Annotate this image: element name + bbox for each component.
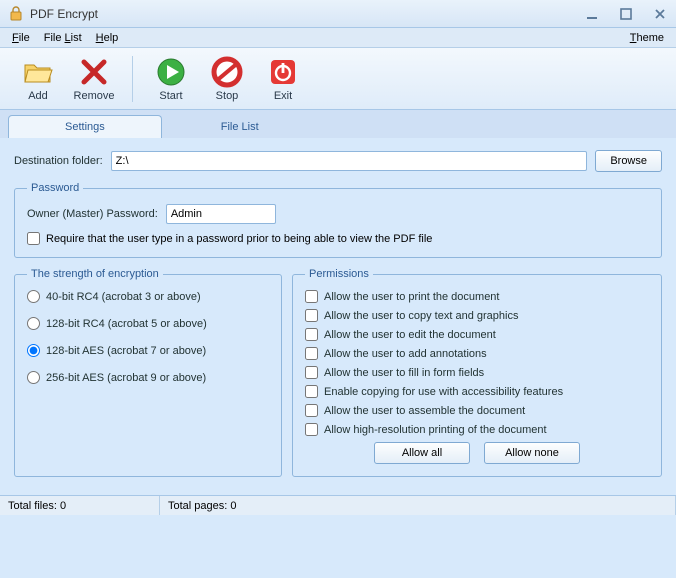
stop-label: Stop	[216, 90, 239, 102]
start-button[interactable]: Start	[147, 56, 195, 102]
stop-button[interactable]: Stop	[203, 56, 251, 102]
permission-option-label: Allow high-resolution printing of the do…	[324, 424, 547, 436]
folder-open-icon	[22, 56, 54, 88]
remove-button[interactable]: Remove	[70, 56, 118, 102]
permission-checkbox-7[interactable]	[305, 423, 318, 436]
tab-strip: Settings File List	[0, 110, 676, 138]
menu-theme[interactable]: Theme	[626, 31, 668, 45]
encryption-option-label: 40-bit RC4 (acrobat 3 or above)	[46, 291, 201, 303]
menu-file-list[interactable]: File List	[40, 31, 86, 45]
permission-checkbox-5[interactable]	[305, 385, 318, 398]
status-bar: Total files: 0 Total pages: 0	[0, 495, 676, 515]
encryption-option-label: 128-bit AES (acrobat 7 or above)	[46, 345, 206, 357]
add-button[interactable]: Add	[14, 56, 62, 102]
permission-checkbox-0[interactable]	[305, 290, 318, 303]
permission-option-label: Allow the user to edit the document	[324, 329, 496, 341]
permission-option-label: Allow the user to assemble the document	[324, 405, 525, 417]
title-bar: PDF Encrypt	[0, 0, 676, 28]
add-label: Add	[28, 90, 48, 102]
delete-x-icon	[78, 56, 110, 88]
menu-file[interactable]: File	[8, 31, 34, 45]
window-title: PDF Encrypt	[30, 7, 584, 21]
tab-file-list[interactable]: File List	[164, 115, 316, 138]
allow-all-button[interactable]: Allow all	[374, 442, 470, 464]
settings-panel: Destination folder: Browse Password Owne…	[0, 138, 676, 495]
exit-label: Exit	[274, 90, 292, 102]
toolbar: Add Remove Start Stop Exit	[0, 48, 676, 110]
power-icon	[267, 56, 299, 88]
permission-checkbox-4[interactable]	[305, 366, 318, 379]
permissions-group: Permissions Allow the user to print the …	[292, 268, 662, 477]
menu-bar: File File List Help Theme	[0, 28, 676, 48]
destination-input[interactable]	[111, 151, 588, 171]
stop-icon	[211, 56, 243, 88]
permission-option-label: Allow the user to print the document	[324, 291, 499, 303]
encryption-radio-1[interactable]	[27, 317, 40, 330]
permission-option-label: Allow the user to fill in form fields	[324, 367, 484, 379]
require-password-checkbox[interactable]	[27, 232, 40, 245]
encryption-radio-2[interactable]	[27, 344, 40, 357]
destination-label: Destination folder:	[14, 155, 103, 167]
permission-option-label: Allow the user to copy text and graphics	[324, 310, 518, 322]
owner-password-input[interactable]	[166, 204, 276, 224]
permission-option-label: Allow the user to add annotations	[324, 348, 487, 360]
encryption-radio-3[interactable]	[27, 371, 40, 384]
permission-checkbox-3[interactable]	[305, 347, 318, 360]
tab-settings[interactable]: Settings	[8, 115, 162, 138]
remove-label: Remove	[74, 90, 115, 102]
minimize-button[interactable]	[584, 6, 600, 22]
permission-checkbox-6[interactable]	[305, 404, 318, 417]
encryption-option-label: 256-bit AES (acrobat 9 or above)	[46, 372, 206, 384]
exit-button[interactable]: Exit	[259, 56, 307, 102]
status-total-pages: Total pages: 0	[160, 496, 676, 515]
encryption-legend: The strength of encryption	[27, 268, 163, 280]
permission-checkbox-2[interactable]	[305, 328, 318, 341]
app-icon	[8, 6, 24, 22]
permissions-legend: Permissions	[305, 268, 373, 280]
close-button[interactable]	[652, 6, 668, 22]
status-total-files: Total files: 0	[0, 496, 160, 515]
permission-checkbox-1[interactable]	[305, 309, 318, 322]
start-label: Start	[159, 90, 182, 102]
encryption-radio-0[interactable]	[27, 290, 40, 303]
password-legend: Password	[27, 182, 83, 194]
menu-help[interactable]: Help	[92, 31, 123, 45]
encryption-option-label: 128-bit RC4 (acrobat 5 or above)	[46, 318, 207, 330]
maximize-button[interactable]	[618, 6, 634, 22]
browse-button[interactable]: Browse	[595, 150, 662, 172]
owner-password-label: Owner (Master) Password:	[27, 208, 158, 220]
password-group: Password Owner (Master) Password: Requir…	[14, 182, 662, 258]
toolbar-separator	[132, 56, 133, 102]
require-password-label: Require that the user type in a password…	[46, 233, 432, 245]
encryption-group: The strength of encryption 40-bit RC4 (a…	[14, 268, 282, 477]
play-icon	[155, 56, 187, 88]
permission-option-label: Enable copying for use with accessibilit…	[324, 386, 563, 398]
allow-none-button[interactable]: Allow none	[484, 442, 580, 464]
